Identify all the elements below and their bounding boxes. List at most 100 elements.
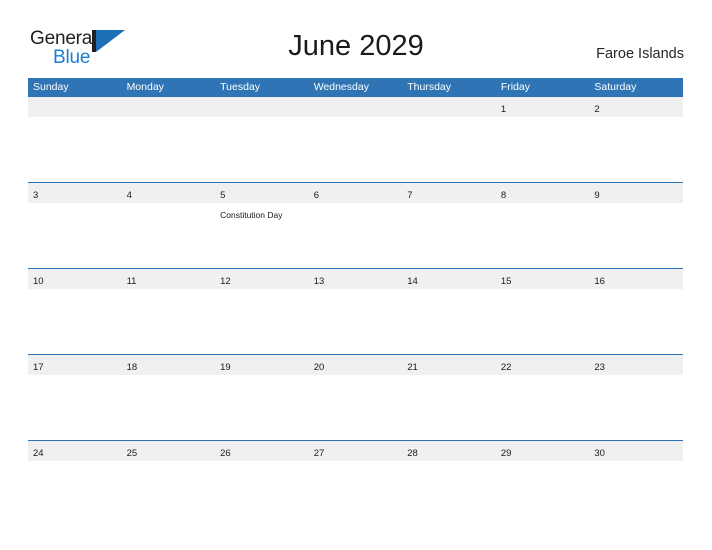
day-cell[interactable]: 7: [402, 183, 496, 203]
event-cell[interactable]: [122, 375, 216, 440]
calendar-week-row: 3 4 5 6 7 8 9 Constitution Day: [28, 182, 683, 268]
week-day-number-band: 3 4 5 6 7 8 9: [28, 183, 683, 203]
event-cell[interactable]: [496, 461, 590, 526]
day-cell[interactable]: 21: [402, 355, 496, 375]
event-cell[interactable]: [589, 461, 683, 526]
day-cell[interactable]: 26: [215, 441, 309, 461]
day-cell[interactable]: 18: [122, 355, 216, 375]
day-cell[interactable]: 24: [28, 441, 122, 461]
day-cell[interactable]: 30: [589, 441, 683, 461]
day-number: 8: [500, 190, 507, 201]
region-label: Faroe Islands: [596, 46, 684, 62]
day-number: 11: [126, 276, 137, 287]
day-cell[interactable]: [309, 97, 403, 117]
week-event-band: [28, 375, 683, 440]
event-cell[interactable]: [28, 461, 122, 526]
event-cell[interactable]: [402, 117, 496, 182]
day-number: 17: [33, 362, 44, 373]
event-cell[interactable]: [215, 461, 309, 526]
day-cell[interactable]: 4: [122, 183, 216, 203]
event-label: Constitution Day: [220, 210, 283, 220]
event-cell[interactable]: [215, 375, 309, 440]
event-cell[interactable]: Constitution Day: [215, 203, 309, 268]
day-cell[interactable]: 13: [309, 269, 403, 289]
day-cell[interactable]: 22: [496, 355, 590, 375]
day-number: 18: [126, 362, 138, 373]
weekday-header-thursday: Thursday: [407, 81, 452, 93]
event-cell[interactable]: [589, 203, 683, 268]
day-number: 5: [220, 190, 226, 201]
week-event-band: [28, 289, 683, 354]
day-cell[interactable]: 3: [28, 183, 122, 203]
day-cell[interactable]: [28, 97, 122, 117]
day-cell[interactable]: 27: [309, 441, 403, 461]
day-cell[interactable]: 28: [402, 441, 496, 461]
day-number: 25: [126, 448, 138, 459]
event-cell[interactable]: [28, 375, 122, 440]
day-cell[interactable]: 6: [309, 183, 403, 203]
event-cell[interactable]: [28, 203, 122, 268]
event-cell[interactable]: [122, 289, 216, 354]
event-cell[interactable]: [402, 203, 496, 268]
day-number: 12: [220, 276, 231, 287]
day-cell[interactable]: 2: [589, 97, 683, 117]
day-cell[interactable]: 1: [496, 97, 590, 117]
day-number: 19: [220, 362, 231, 373]
event-cell[interactable]: [122, 461, 216, 526]
day-cell[interactable]: 9: [589, 183, 683, 203]
weekday-header-saturday: Saturday: [594, 81, 637, 93]
day-number: 20: [313, 362, 325, 373]
day-cell[interactable]: [215, 97, 309, 117]
calendar-week-row: 1 2: [28, 96, 683, 182]
event-cell[interactable]: [402, 289, 496, 354]
weekday-header-row: Sunday Monday Tuesday Wednesday Thursday…: [28, 78, 683, 96]
day-cell[interactable]: [122, 97, 216, 117]
day-number: 21: [407, 362, 418, 373]
event-cell[interactable]: [496, 375, 590, 440]
day-cell[interactable]: 29: [496, 441, 590, 461]
event-cell[interactable]: [28, 289, 122, 354]
day-number: 28: [407, 448, 418, 459]
event-cell[interactable]: [402, 375, 496, 440]
day-cell[interactable]: 17: [28, 355, 122, 375]
event-cell[interactable]: [28, 117, 122, 182]
day-cell[interactable]: 11: [122, 269, 216, 289]
day-number: 9: [594, 190, 600, 201]
event-cell[interactable]: [589, 375, 683, 440]
calendar-week-row: 17 18 19 20 21 22 23: [28, 354, 683, 440]
day-cell[interactable]: 15: [496, 269, 590, 289]
event-cell[interactable]: [309, 461, 403, 526]
day-number: 3: [33, 190, 39, 201]
event-cell[interactable]: [122, 117, 216, 182]
event-cell[interactable]: [496, 203, 590, 268]
event-cell[interactable]: [215, 117, 309, 182]
week-event-band: [28, 117, 683, 182]
week-event-band: Constitution Day: [28, 203, 683, 268]
day-cell[interactable]: 8: [496, 183, 590, 203]
day-cell[interactable]: 16: [589, 269, 683, 289]
day-cell[interactable]: 10: [28, 269, 122, 289]
day-cell[interactable]: 25: [122, 441, 216, 461]
day-cell[interactable]: 5: [215, 183, 309, 203]
day-number: 24: [33, 448, 44, 459]
event-cell[interactable]: [309, 203, 403, 268]
day-number: 26: [220, 448, 231, 459]
weekday-header-wednesday: Wednesday: [313, 81, 369, 93]
day-cell[interactable]: 19: [215, 355, 309, 375]
event-cell[interactable]: [402, 461, 496, 526]
event-cell[interactable]: [309, 375, 403, 440]
day-cell[interactable]: 14: [402, 269, 496, 289]
event-cell[interactable]: [496, 289, 590, 354]
event-cell[interactable]: [309, 117, 403, 182]
day-cell[interactable]: 20: [309, 355, 403, 375]
event-cell[interactable]: [215, 289, 309, 354]
event-cell[interactable]: [122, 203, 216, 268]
event-cell[interactable]: [496, 117, 590, 182]
event-cell[interactable]: [589, 289, 683, 354]
week-day-number-band: 10 11 12 13 14 15 16: [28, 269, 683, 289]
day-cell[interactable]: 23: [589, 355, 683, 375]
event-cell[interactable]: [589, 117, 683, 182]
day-cell[interactable]: [402, 97, 496, 117]
event-cell[interactable]: [309, 289, 403, 354]
day-cell[interactable]: 12: [215, 269, 309, 289]
